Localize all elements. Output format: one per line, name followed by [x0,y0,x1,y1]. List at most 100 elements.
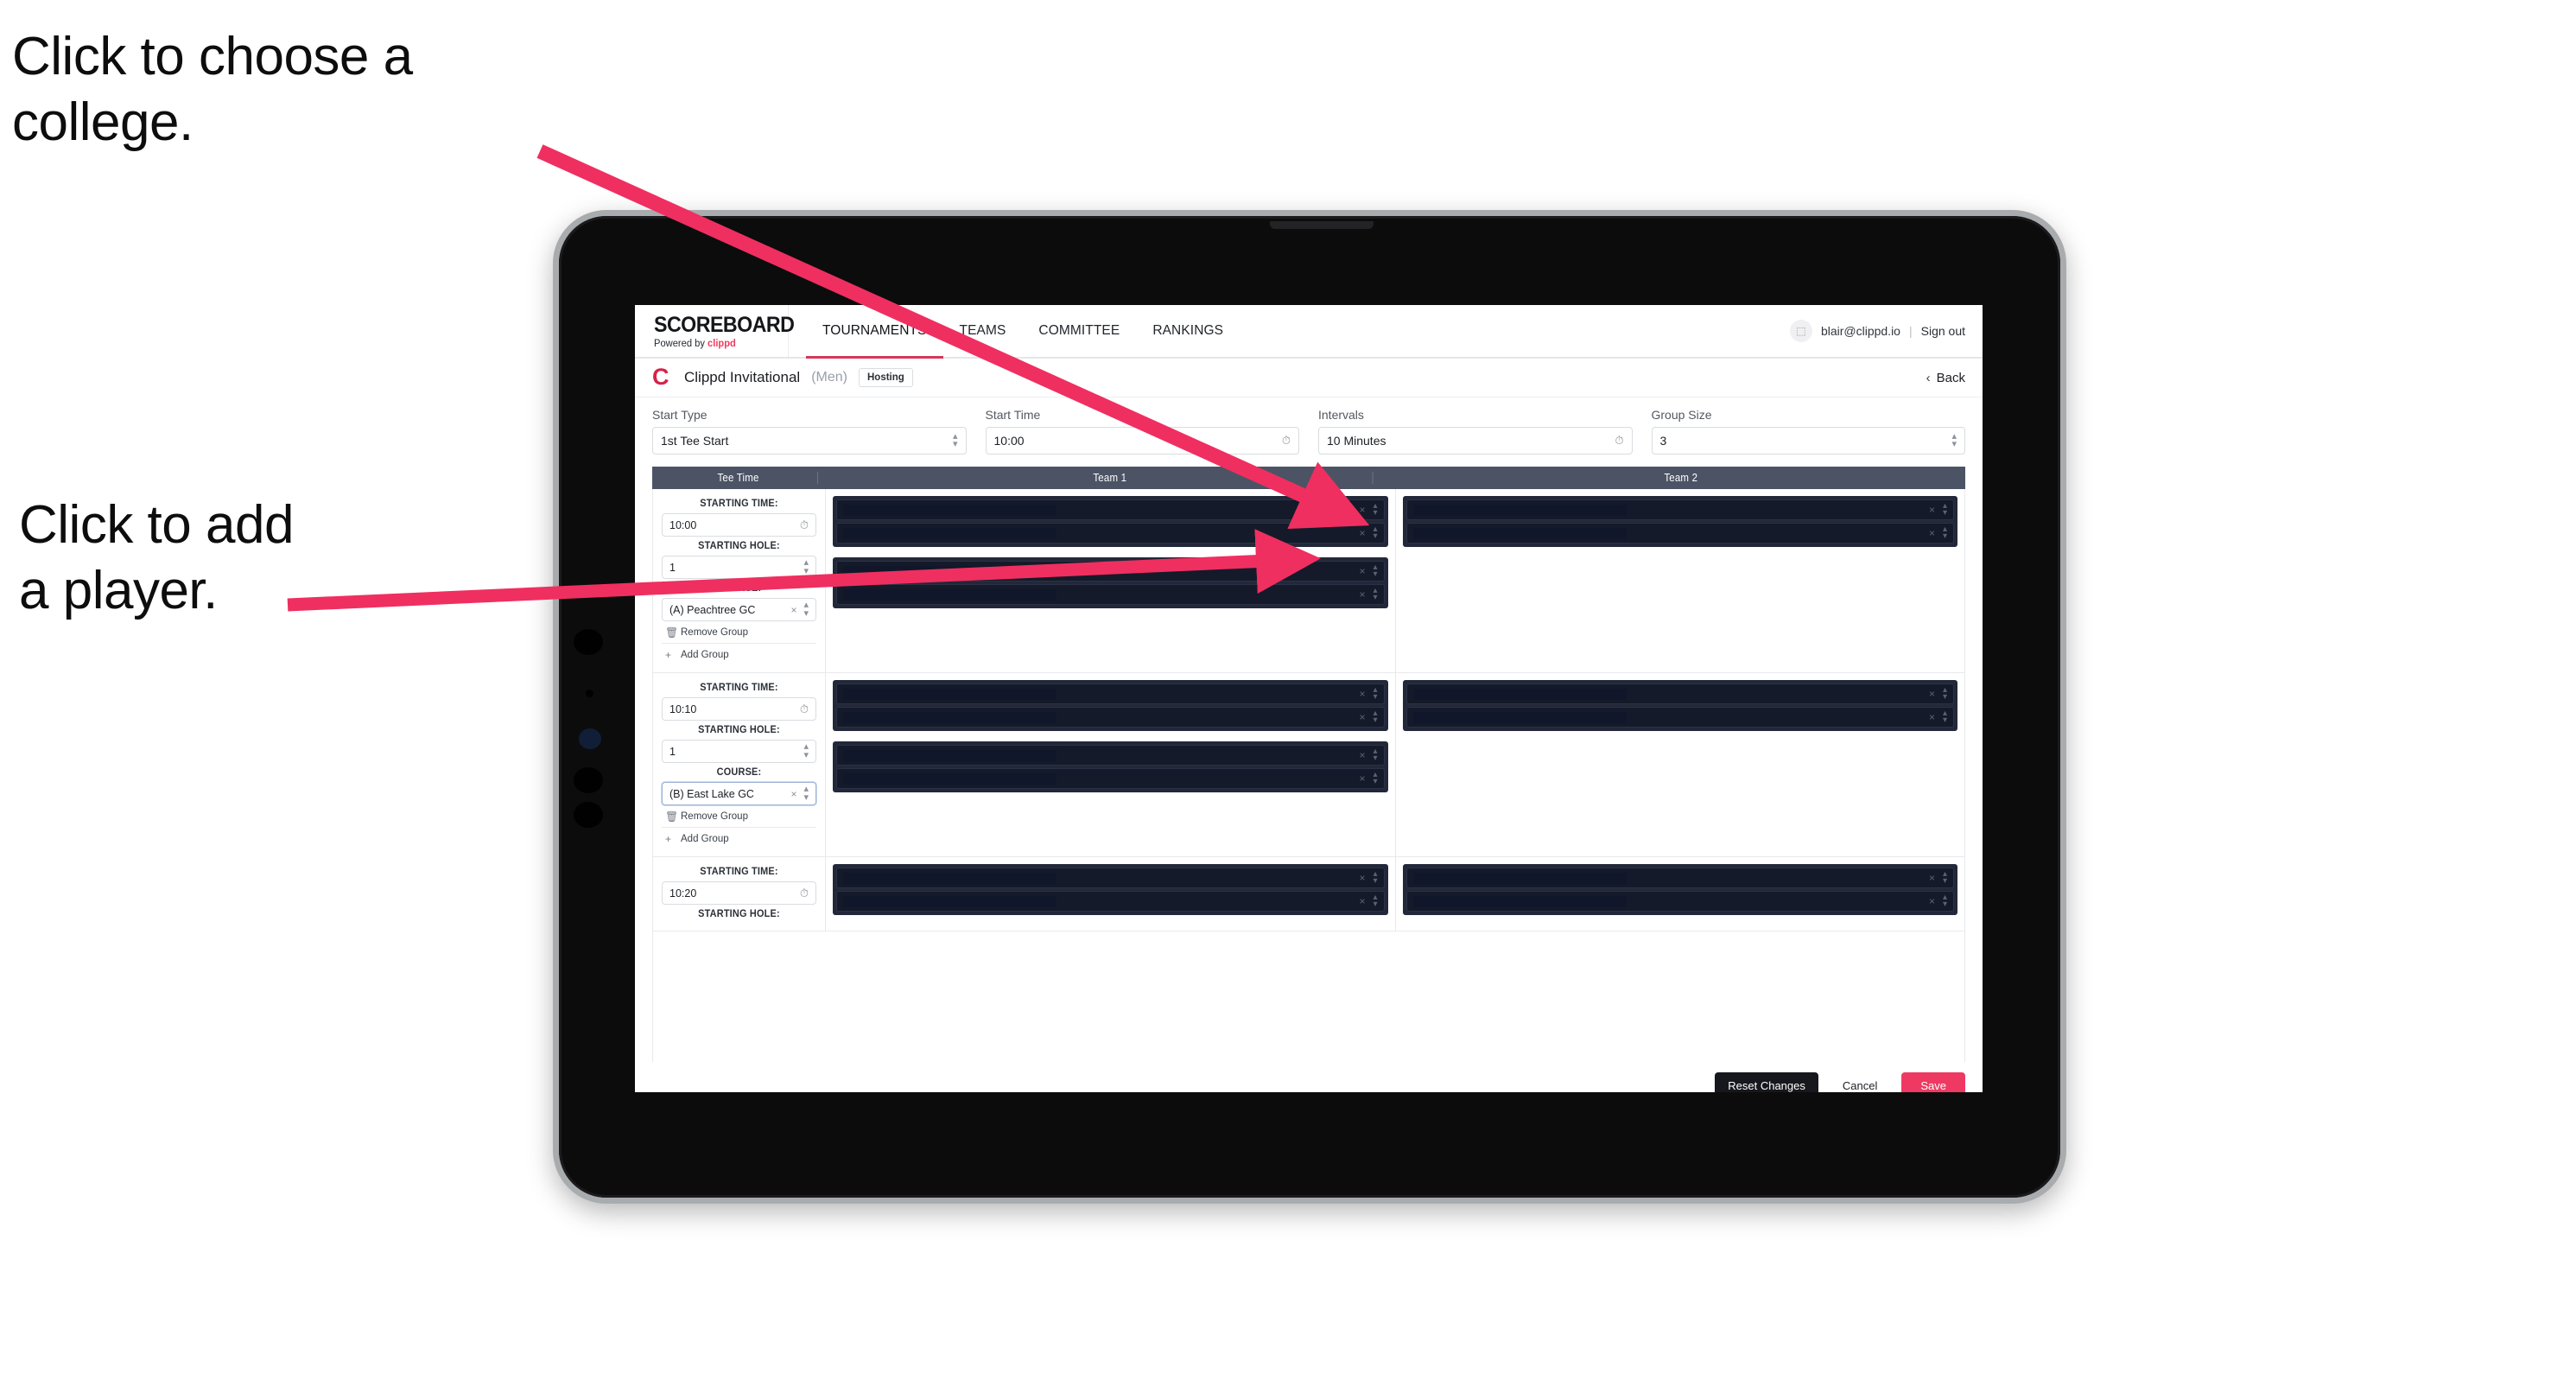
player-row[interactable]: × ▴ ▾ [836,683,1385,704]
clear-player-icon[interactable]: × [1929,688,1935,700]
clear-player-icon[interactable]: × [1359,527,1365,539]
clear-player-icon[interactable]: × [1359,711,1365,723]
stepper-icon[interactable]: ▴ ▾ [1373,709,1377,724]
avatar-icon[interactable]: ⬚ [1789,320,1812,342]
remove-group-label: Remove Group [681,811,748,822]
add-group-button[interactable]: + Add Group [662,827,816,849]
starting-time-input[interactable]: 10:20 ⏱ [662,881,816,905]
player-row[interactable]: × ▴ ▾ [836,561,1385,582]
nav-tab-rankings[interactable]: RANKINGS [1136,305,1240,357]
stepper-icon[interactable]: ▴ ▾ [803,558,809,575]
clear-player-icon[interactable]: × [1929,872,1935,884]
stepper-icon[interactable]: ▴ ▾ [1373,563,1377,578]
player-row[interactable]: × ▴ ▾ [836,891,1385,912]
clear-player-icon[interactable]: × [1359,504,1365,516]
player-row[interactable]: × ▴ ▾ [836,707,1385,728]
group-size-select[interactable]: 3 ▴ ▾ [1651,427,1965,455]
player-row[interactable]: × ▴ ▾ [836,499,1385,520]
player-column-team1: × ▴ ▾ × ▴ ▾ × ▴ ▾ × ▴ ▾ [826,673,1396,856]
player-row[interactable]: × ▴ ▾ [836,523,1385,544]
player-group-pane: × ▴ ▾ × ▴ ▾ [833,680,1388,731]
player-row[interactable]: × ▴ ▾ [1405,523,1954,544]
stepper-icon[interactable]: ▴ ▾ [803,785,809,802]
stepper-icon[interactable]: ▴ ▾ [1373,685,1377,701]
player-column-team1: × ▴ ▾ × ▴ ▾ [826,857,1396,931]
starting-time-input[interactable]: 10:10 ⏱ [662,697,816,721]
tee-times-table-body[interactable]: STARTING TIME: 10:00 ⏱ STARTING HOLE: 1 ▴ ▾ COU… [652,489,1965,1062]
clock-icon[interactable]: ⏱ [800,518,809,532]
stepper-icon[interactable]: ▴ ▾ [1373,747,1377,762]
stepper-icon[interactable]: ▴ ▾ [1373,501,1377,517]
clock-icon[interactable]: ⏱ [800,887,809,900]
nav-tab-committee[interactable]: COMMITTEE [1022,305,1136,357]
player-row[interactable]: × ▴ ▾ [1405,499,1954,520]
clear-course-icon[interactable]: × [790,788,796,800]
stepper-icon[interactable]: ▴ ▾ [803,742,809,760]
nav-tab-tournaments[interactable]: TOURNAMENTS [806,305,943,359]
player-row[interactable]: × ▴ ▾ [836,584,1385,605]
starting-hole-input[interactable]: 1 ▴ ▾ [662,740,816,763]
intervals-input[interactable]: 10 Minutes ⏱ [1318,427,1633,455]
player-row[interactable]: × ▴ ▾ [836,768,1385,789]
stepper-icon[interactable]: ▴ ▾ [1373,525,1377,540]
stepper-icon[interactable]: ▴ ▾ [803,601,809,618]
course-select[interactable]: (A) Peachtree GC × ▴ ▾ [662,598,816,621]
clear-player-icon[interactable]: × [1359,772,1365,785]
stepper-icon[interactable]: ▴ ▾ [1943,893,1947,908]
course-select[interactable]: (B) East Lake GC × ▴ ▾ [662,782,816,805]
player-row[interactable]: × ▴ ▾ [1405,707,1954,728]
stepper-icon[interactable]: ▴ ▾ [1943,869,1947,885]
add-group-button[interactable]: + Add Group [662,643,816,665]
clear-player-icon[interactable]: × [1929,527,1935,539]
clock-icon[interactable]: ⏱ [800,703,809,716]
clear-player-icon[interactable]: × [1929,895,1935,907]
starting-hole-input[interactable]: 1 ▴ ▾ [662,556,816,579]
stepper-icon[interactable]: ▴ ▾ [1943,501,1947,517]
clear-player-icon[interactable]: × [1359,872,1365,884]
stepper-icon[interactable]: ▴ ▾ [1943,709,1947,724]
clock-icon[interactable]: ⏱ [1615,434,1623,448]
back-label: Back [1936,370,1965,385]
player-row[interactable]: × ▴ ▾ [836,868,1385,888]
stepper-icon[interactable]: ▴ ▾ [1373,586,1377,601]
save-button[interactable]: Save [1901,1071,1965,1092]
course-value: (B) East Lake GC [669,787,754,800]
stepper-icon[interactable]: ▴ ▾ [953,431,958,448]
nav-tab-teams[interactable]: TEAMS [943,305,1023,357]
start-type-select[interactable]: 1st Tee Start ▴ ▾ [652,427,967,455]
remove-group-button[interactable]: 🗑 Remove Group [662,621,816,643]
camera-notch-icon [1270,221,1374,229]
stepper-icon[interactable]: ▴ ▾ [1943,685,1947,701]
remove-group-button[interactable]: 🗑 Remove Group [662,805,816,827]
clear-player-icon[interactable]: × [1359,895,1365,907]
clear-player-icon[interactable]: × [1359,688,1365,700]
start-time-input[interactable]: 10:00 ⏱ [985,427,1299,455]
stepper-icon[interactable]: ▴ ▾ [1373,893,1377,908]
clear-player-icon[interactable]: × [1359,749,1365,761]
player-row[interactable]: × ▴ ▾ [1405,683,1954,704]
back-button[interactable]: ‹ Back [1926,371,1965,385]
reset-changes-button[interactable]: Reset Changes [1715,1071,1818,1092]
starting-time-input[interactable]: 10:00 ⏱ [662,513,816,537]
clear-player-icon[interactable]: × [1359,565,1365,577]
stepper-icon[interactable]: ▴ ▾ [1951,431,1957,448]
clock-icon[interactable]: ⏱ [1282,434,1291,448]
brand-logo: SCOREBOARD Powered by clippd [635,305,795,357]
plus-icon: + [665,649,672,661]
player-row[interactable]: × ▴ ▾ [1405,868,1954,888]
tee-time-column: STARTING TIME: 10:00 ⏱ STARTING HOLE: 1 ▴ ▾ COU… [653,489,826,672]
label-course: COURSE: [716,583,762,594]
clear-player-icon[interactable]: × [1929,504,1935,516]
clear-course-icon[interactable]: × [790,604,796,616]
clear-player-icon[interactable]: × [1359,588,1365,601]
sign-out-link[interactable]: Sign out [1921,324,1965,338]
annotation-add-player: Click to add a player. [19,495,294,620]
stepper-icon[interactable]: ▴ ▾ [1943,525,1947,540]
stepper-icon[interactable]: ▴ ▾ [1373,770,1377,785]
stepper-icon[interactable]: ▴ ▾ [1373,869,1377,885]
brand-subtitle: Powered by clippd [654,339,784,349]
cancel-button[interactable]: Cancel [1832,1072,1888,1093]
player-row[interactable]: × ▴ ▾ [836,745,1385,766]
player-row[interactable]: × ▴ ▾ [1405,891,1954,912]
clear-player-icon[interactable]: × [1929,711,1935,723]
